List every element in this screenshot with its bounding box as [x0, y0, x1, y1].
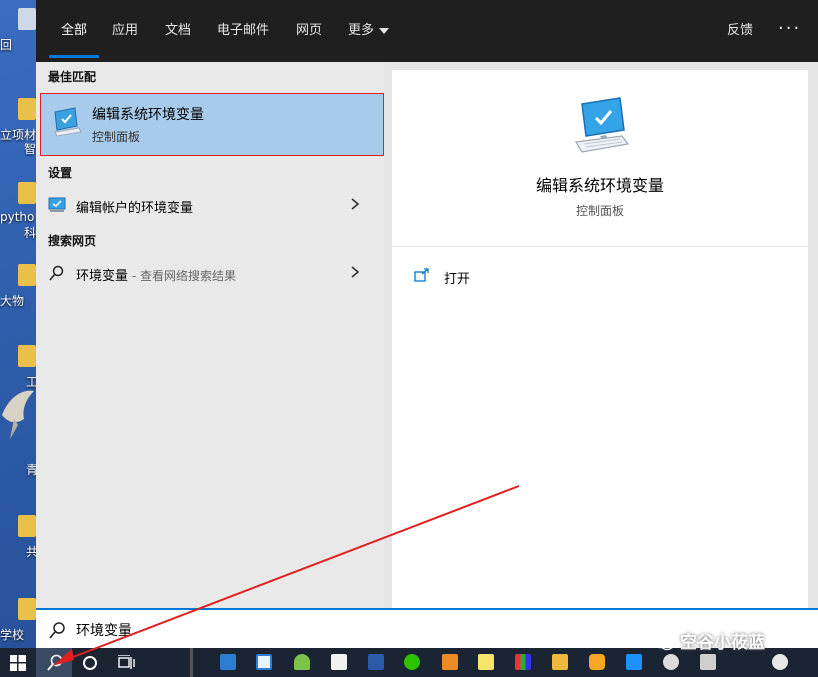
open-action-label: 打开	[444, 272, 471, 287]
desktop-icon[interactable]: 大物	[0, 264, 36, 334]
tab-more[interactable]: 更多	[348, 0, 390, 62]
t-app-icon[interactable]	[700, 654, 716, 670]
avatar-app-icon[interactable]	[772, 654, 788, 670]
results-list: 最佳匹配 编辑系统环境变量 控制面板 设置 编辑帐户的环境变量 搜索网页 环境变…	[36, 62, 384, 608]
search-icon	[49, 622, 65, 639]
result-item-label: 编辑帐户的环境变量	[76, 201, 194, 216]
wechat-watermark-icon	[652, 635, 674, 651]
gear-app-icon[interactable]	[663, 654, 679, 670]
result-item-web[interactable]: 环境变量 - 查看网络搜索结果	[36, 256, 384, 290]
orange-app-icon[interactable]	[442, 654, 458, 670]
desktop-icon[interactable]: pytho 科	[0, 182, 36, 252]
detail-title: 编辑系统环境变量	[535, 176, 664, 195]
desktop-icon[interactable]: 青	[0, 433, 38, 503]
desktop-icon[interactable]: 共	[0, 515, 38, 585]
task-view-icon	[118, 655, 135, 669]
desktop-icon[interactable]: 回	[0, 8, 36, 78]
open-icon	[414, 268, 429, 282]
file-explorer-app-icon[interactable]	[552, 654, 568, 670]
search-icon	[49, 265, 64, 281]
desktop-icon-label: 回	[0, 38, 13, 52]
detail-subtitle: 控制面板	[575, 204, 624, 218]
start-button[interactable]	[0, 648, 36, 677]
vscode-app-icon[interactable]	[626, 654, 642, 670]
settings-monitor-icon	[48, 197, 66, 212]
cortana-button[interactable]	[74, 648, 106, 677]
folder-icon	[18, 182, 36, 204]
word-app-icon[interactable]	[368, 654, 384, 670]
outlook-app-icon[interactable]	[220, 654, 236, 670]
tab-email[interactable]: 电子邮件	[217, 0, 269, 62]
desktop-icon-label: 大物	[0, 294, 25, 308]
section-best-match: 最佳匹配	[48, 70, 97, 84]
watermark-text: 空谷小莜蓝	[680, 633, 765, 653]
desktop-icon-label: pytho	[0, 210, 35, 224]
task-view-button[interactable]	[108, 648, 142, 677]
web-query-text: 环境变量	[76, 269, 129, 284]
control-panel-monitor-icon	[54, 107, 82, 137]
tab-all[interactable]: 全部	[48, 0, 100, 62]
tab-apps[interactable]: 应用	[112, 0, 138, 62]
folder-icon	[18, 264, 36, 286]
taskbar-divider	[190, 648, 193, 677]
chevron-right-icon[interactable]	[348, 264, 362, 280]
watermark: 空谷小莜蓝	[652, 628, 765, 653]
best-match-subtitle: 控制面板	[92, 130, 141, 144]
folder-icon	[18, 98, 36, 120]
best-match-title: 编辑系统环境变量	[92, 107, 204, 123]
chevron-down-icon	[379, 27, 390, 34]
tab-web[interactable]: 网页	[296, 0, 322, 62]
wechat-app-icon[interactable]	[404, 654, 420, 670]
search-panel: 全部 应用 文档 电子邮件 网页 更多 反馈 ··· 最佳匹配 编辑系统环境变量…	[36, 0, 818, 648]
result-detail-pane: 编辑系统环境变量 控制面板 打开	[392, 70, 808, 608]
a-app-icon[interactable]	[589, 654, 605, 670]
divider	[392, 246, 808, 247]
tab-more-label: 更多	[348, 23, 375, 38]
tab-documents[interactable]: 文档	[165, 0, 191, 62]
more-options-button[interactable]: ···	[778, 0, 801, 62]
colorful-app-icon[interactable]	[515, 654, 531, 670]
search-taskbar-button[interactable]	[36, 648, 72, 677]
folder-icon	[18, 345, 36, 367]
feedback-button[interactable]: 反馈	[727, 0, 753, 62]
baidu-netdisk-app-icon[interactable]	[256, 654, 272, 670]
search-icon	[47, 654, 63, 671]
cortana-circle-icon	[83, 656, 97, 670]
windows-logo-icon	[10, 655, 26, 671]
folder-icon	[18, 598, 36, 620]
document-app-icon[interactable]	[331, 654, 347, 670]
chevron-right-icon[interactable]	[348, 196, 362, 212]
section-web-search: 搜索网页	[48, 234, 97, 248]
web-query-suffix: - 查看网络搜索结果	[128, 269, 236, 283]
control-panel-monitor-icon	[575, 97, 630, 153]
result-item-settings[interactable]: 编辑帐户的环境变量	[36, 188, 384, 222]
result-item-label: 环境变量 - 查看网络搜索结果	[76, 265, 236, 284]
desktop-icon[interactable]: 立项材 智	[0, 98, 36, 168]
search-input-value: 环境变量	[76, 623, 132, 639]
recycle-bin-icon	[18, 8, 36, 30]
android-app-icon[interactable]	[294, 654, 310, 670]
section-settings: 设置	[48, 166, 73, 180]
notepad-app-icon[interactable]	[478, 654, 494, 670]
best-match-result[interactable]: 编辑系统环境变量 控制面板	[40, 93, 384, 156]
search-scope-tabs: 全部 应用 文档 电子邮件 网页 更多 反馈 ···	[36, 0, 818, 62]
desktop-icon-label: 学校	[0, 628, 25, 642]
folder-icon	[18, 515, 36, 537]
